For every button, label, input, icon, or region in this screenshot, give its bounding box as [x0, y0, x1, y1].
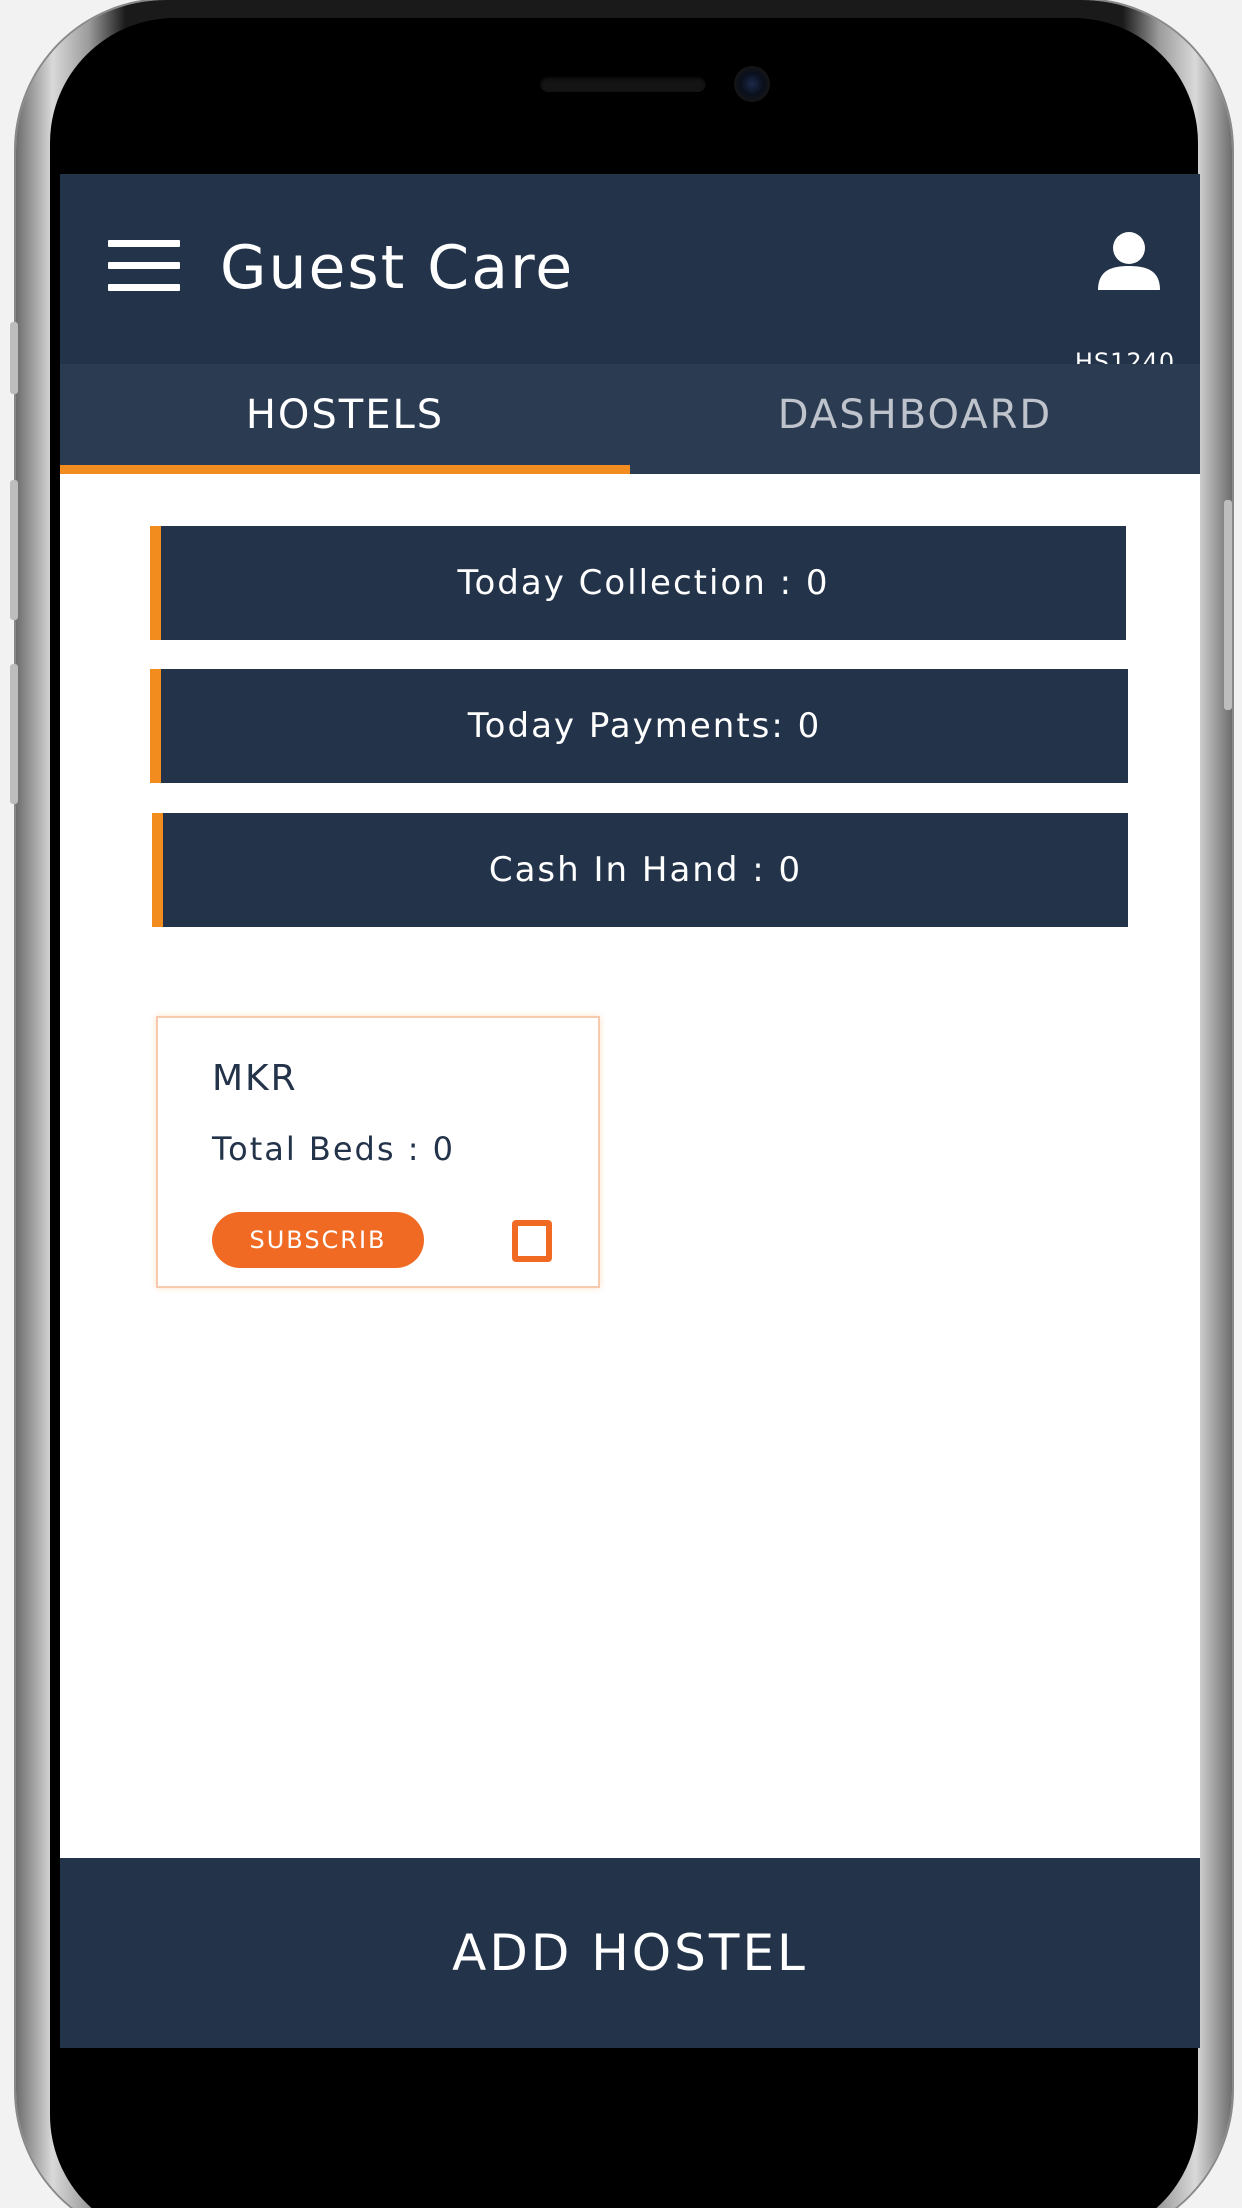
tab-dashboard[interactable]: DASHBOARD	[630, 364, 1200, 474]
mute-switch	[10, 322, 18, 394]
speaker-grille	[540, 76, 706, 92]
volume-down-button	[10, 664, 18, 804]
subscribe-button[interactable]: SUBSCRIB	[212, 1212, 424, 1268]
hostel-name: MKR	[212, 1058, 298, 1099]
today-collection-banner: Today Collection : 0	[150, 526, 1126, 640]
tab-hostels[interactable]: HOSTELS	[60, 364, 630, 474]
app-title: Guest Care	[220, 233, 575, 303]
user-icon	[1098, 232, 1160, 290]
total-beds-label: Total Beds : 0	[212, 1130, 456, 1168]
menu-icon[interactable]	[108, 240, 180, 292]
profile-button[interactable]: HS1240	[1070, 230, 1180, 376]
cash-in-hand-banner: Cash In Hand : 0	[152, 813, 1128, 927]
power-button	[1224, 500, 1232, 710]
tab-bar: HOSTELS DASHBOARD	[60, 364, 1200, 474]
app-bar: Guest Care HS1240	[60, 174, 1200, 376]
checkbox-icon[interactable]	[512, 1220, 552, 1262]
device-frame: Guest Care HS1240 HOSTELS DASHBOARD Toda…	[0, 0, 1242, 2208]
hostel-card[interactable]: MKR Total Beds : 0 SUBSCRIB	[156, 1016, 600, 1288]
add-hostel-button[interactable]: ADD HOSTEL	[60, 1858, 1200, 2048]
app-screen: Guest Care HS1240 HOSTELS DASHBOARD Toda…	[60, 174, 1200, 2048]
volume-up-button	[10, 480, 18, 620]
active-tab-indicator	[60, 465, 630, 474]
today-payments-banner: Today Payments: 0	[150, 669, 1128, 783]
front-camera	[734, 66, 770, 102]
